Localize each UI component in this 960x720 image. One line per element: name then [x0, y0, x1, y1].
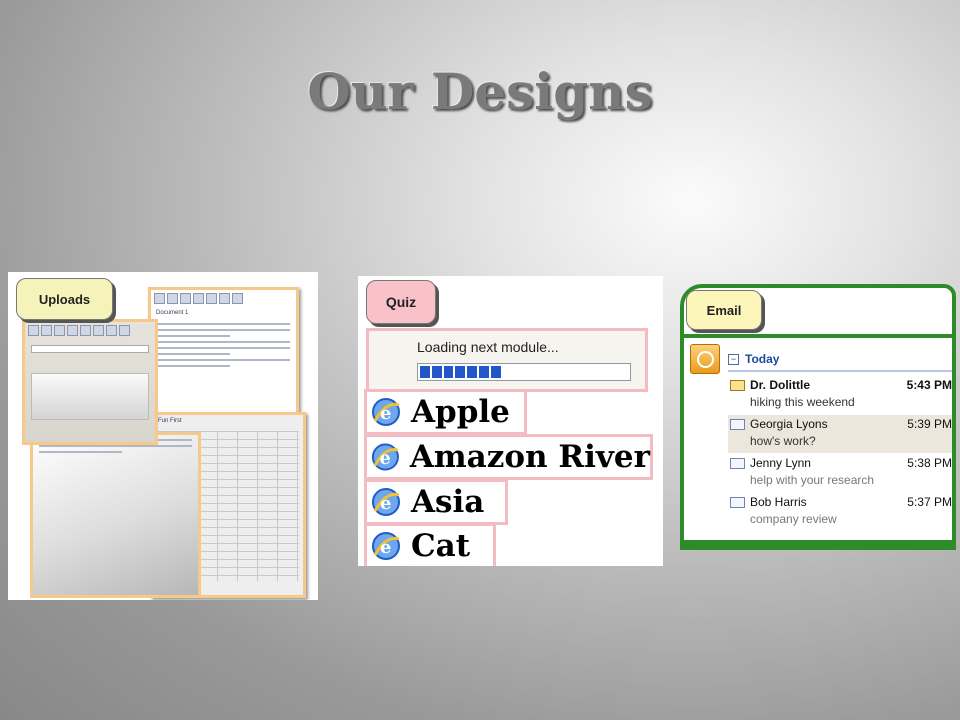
answer-label: Amazon River	[409, 439, 650, 475]
message-row[interactable]: Jenny Lynn 5:38 PM help with your resear…	[728, 454, 952, 492]
document-toolbar	[151, 290, 296, 307]
svg-text:e: e	[380, 493, 391, 514]
answer-label: Apple	[411, 394, 510, 430]
upload-toolbar	[25, 322, 155, 339]
quiz-screenshot: Quiz Loading next module... e Apple e Am…	[358, 276, 663, 566]
ie-icon: e	[372, 398, 400, 426]
answer-label: Cat	[411, 528, 471, 564]
answer-amazon-river[interactable]: e Amazon River	[364, 434, 653, 480]
message-from: Dr. Dolittle	[750, 378, 811, 392]
message-from: Bob Harris	[750, 495, 807, 509]
answer-asia[interactable]: e Asia	[364, 479, 508, 525]
message-subject: company review	[750, 512, 837, 526]
upload-form-window	[22, 319, 158, 445]
open-envelope-icon	[730, 419, 745, 430]
message-row[interactable]: Bob Harris 5:37 PM company review	[728, 493, 952, 531]
message-time: 5:43 PM	[906, 378, 952, 392]
open-envelope-icon	[730, 497, 745, 508]
message-subject: help with your research	[750, 473, 875, 487]
message-row[interactable]: Georgia Lyons 5:39 PM how's work?	[728, 415, 952, 453]
loading-text: Loading next module...	[417, 339, 559, 355]
ie-icon: e	[372, 488, 400, 516]
group-underline	[728, 370, 952, 372]
answer-cat[interactable]: e Cat	[364, 523, 496, 566]
svg-text:e: e	[380, 403, 391, 424]
email-divider	[684, 334, 952, 338]
svg-text:e: e	[380, 449, 391, 469]
email-tab[interactable]: Email	[686, 290, 762, 330]
today-label: Today	[745, 352, 780, 366]
progress-fill	[418, 364, 503, 380]
spreadsheet-title: Fun First	[158, 418, 182, 424]
message-subject: how's work?	[750, 434, 816, 448]
envelope-icon	[730, 380, 745, 391]
editor-window	[30, 432, 201, 598]
uploads-screenshot: Document 1 Fun First Uploads	[8, 272, 318, 600]
file-field[interactable]	[31, 345, 149, 353]
loading-box: Loading next module...	[366, 328, 648, 392]
svg-text:e: e	[380, 537, 391, 558]
open-envelope-icon	[730, 458, 745, 469]
quiz-tab[interactable]: Quiz	[366, 280, 436, 324]
email-footer-bar	[684, 540, 952, 546]
message-from: Georgia Lyons	[750, 417, 828, 431]
ie-icon: e	[372, 532, 400, 560]
collapse-icon[interactable]: −	[728, 353, 739, 365]
message-row[interactable]: Dr. Dolittle 5:43 PM hiking this weekend	[728, 376, 952, 414]
message-time: 5:37 PM	[907, 495, 952, 509]
document-title: Document 1	[156, 310, 189, 316]
uploads-tab[interactable]: Uploads	[16, 278, 113, 320]
slide-title: Our Designs	[307, 62, 653, 121]
outlook-icon	[690, 344, 720, 374]
message-time: 5:38 PM	[907, 456, 952, 470]
ie-icon: e	[371, 443, 399, 471]
message-from: Jenny Lynn	[750, 456, 811, 470]
progress-bar	[417, 363, 631, 381]
today-group-header[interactable]: − Today	[728, 352, 779, 366]
message-subject: hiking this weekend	[750, 395, 855, 409]
email-screenshot: Email − Today Dr. Dolittle 5:43 PM hikin…	[680, 284, 956, 550]
upload-preview	[31, 373, 149, 420]
message-time: 5:39 PM	[907, 417, 952, 431]
answer-apple[interactable]: e Apple	[364, 389, 527, 435]
answer-label: Asia	[411, 484, 485, 520]
